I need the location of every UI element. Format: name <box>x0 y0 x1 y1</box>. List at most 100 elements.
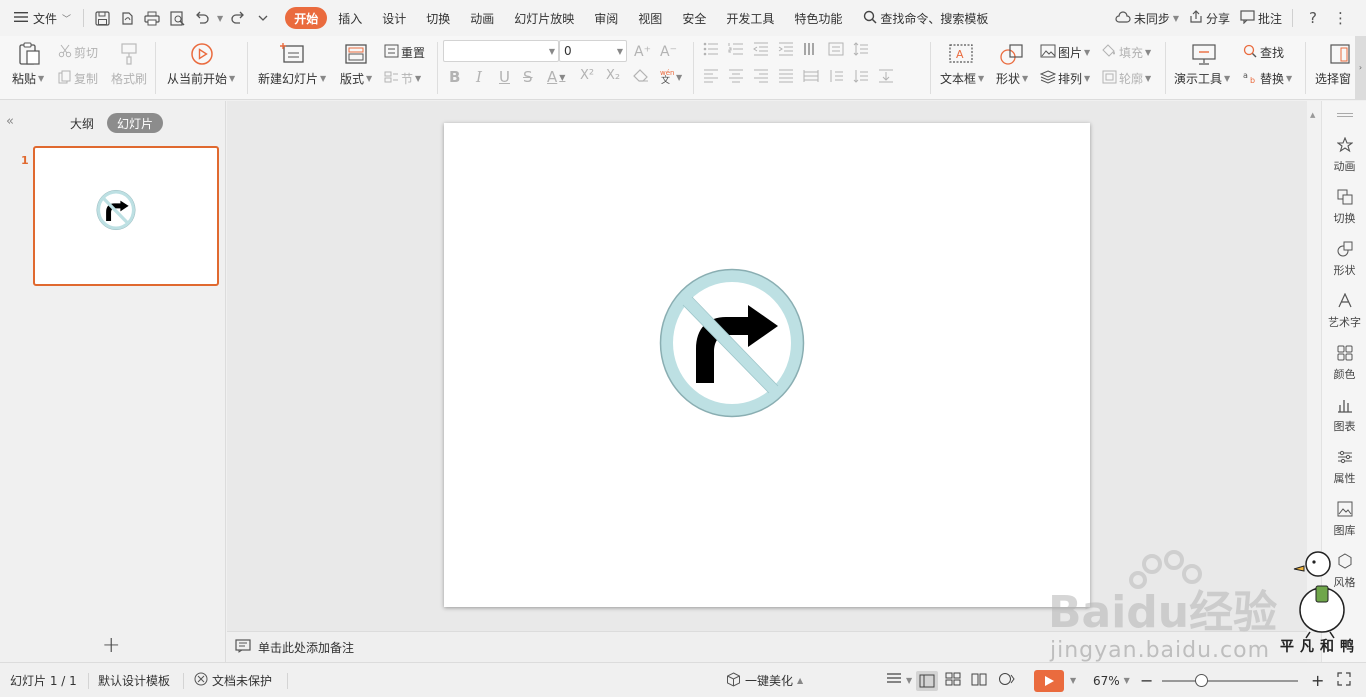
save-icon[interactable] <box>92 8 112 28</box>
tab-home[interactable]: 开始 <box>285 7 328 29</box>
shape-button[interactable]: 形状 ▼ <box>996 70 1028 87</box>
reset-button[interactable]: 重置 <box>384 44 425 61</box>
no-right-turn-sign[interactable] <box>444 123 1090 607</box>
distribute-icon[interactable] <box>803 69 819 86</box>
redo-icon[interactable] <box>228 8 248 28</box>
new-slide-icon[interactable] <box>279 41 307 67</box>
align-right-icon[interactable] <box>753 69 769 86</box>
format-painter-button[interactable]: 格式刷 <box>111 70 147 87</box>
shrink-font-button[interactable]: A⁻ <box>660 44 677 60</box>
fit-window-button[interactable] <box>1337 663 1351 697</box>
tab-outline[interactable]: 大纲 <box>62 113 102 133</box>
tab-design[interactable]: 设计 <box>373 7 415 29</box>
zoom-slider-track[interactable] <box>1162 680 1298 682</box>
add-slide-button[interactable]: + <box>102 633 120 658</box>
spacing-after-icon[interactable] <box>853 69 869 86</box>
font-size-select[interactable]: 0 ▼ <box>559 40 627 62</box>
zoom-level[interactable]: 67% ▼ <box>1093 663 1130 697</box>
drag-handle[interactable] <box>1337 113 1353 117</box>
vertical-scrollbar[interactable]: ▲ ▼ <box>1307 101 1321 631</box>
ribbon-scroll-right[interactable]: › <box>1355 36 1366 99</box>
sidebar-item-gallery[interactable]: 图库 <box>1322 501 1366 538</box>
tab-slideshow[interactable]: 幻灯片放映 <box>505 7 583 29</box>
italic-button[interactable]: I <box>476 68 482 86</box>
format-painter-icon[interactable] <box>116 41 142 67</box>
slide-thumbnail-1[interactable] <box>33 146 219 286</box>
tab-slides[interactable]: 幻灯片 <box>107 113 163 133</box>
from-current-button[interactable]: 从当前开始 ▼ <box>167 70 235 87</box>
tab-review[interactable]: 审阅 <box>585 7 627 29</box>
normal-view-button[interactable] <box>916 663 938 697</box>
text-direction-icon[interactable] <box>828 42 844 59</box>
fill-button[interactable]: 填充 ▼ <box>1102 44 1151 61</box>
select-pane-button[interactable]: 选择窗 <box>1315 70 1351 87</box>
line-spacing-icon[interactable] <box>853 42 869 59</box>
help-icon[interactable]: ? <box>1303 9 1323 27</box>
sidebar-item-animation[interactable]: 动画 <box>1322 136 1366 174</box>
font-name-select[interactable]: ▼ <box>443 40 559 62</box>
sidebar-item-shape[interactable]: 形状 <box>1322 241 1366 278</box>
clear-format-button[interactable] <box>633 68 649 85</box>
numbering-icon[interactable] <box>728 42 744 59</box>
customize-toolbar-icon[interactable] <box>253 8 273 28</box>
outline-button[interactable]: 轮廓 ▼ <box>1102 70 1151 87</box>
columns-icon[interactable] <box>803 42 819 59</box>
sidebar-item-wordart[interactable]: 艺术字 <box>1322 292 1366 330</box>
decrease-indent-icon[interactable] <box>753 42 769 59</box>
find-button[interactable]: 查找 <box>1243 44 1284 61</box>
replace-button[interactable]: ab 替换 ▼ <box>1243 70 1292 87</box>
grow-font-button[interactable]: A⁺ <box>634 44 651 60</box>
collapse-panel-icon[interactable]: « <box>6 114 14 129</box>
tab-features[interactable]: 特色功能 <box>785 7 851 29</box>
scroll-up-icon[interactable]: ▲ <box>1310 111 1315 119</box>
document-protection[interactable]: 文档未保护 <box>194 663 272 697</box>
tab-security[interactable]: 安全 <box>673 7 715 29</box>
strike-button[interactable]: S <box>523 68 533 86</box>
section-button[interactable]: 节 ▼ <box>384 70 421 87</box>
comment-button[interactable]: 批注 <box>1240 9 1282 27</box>
present-tools-icon[interactable] <box>1190 41 1218 67</box>
undo-icon[interactable] <box>192 8 212 28</box>
sidebar-item-chart[interactable]: 图表 <box>1322 397 1366 434</box>
superscript-button[interactable]: X² <box>580 68 594 83</box>
zoom-out-button[interactable]: − <box>1140 663 1153 697</box>
current-slide[interactable] <box>444 123 1090 607</box>
cut-button[interactable]: 剪切 <box>58 44 98 61</box>
sidebar-item-style[interactable]: 风格 <box>1322 553 1366 590</box>
reading-view-button[interactable] <box>971 663 987 697</box>
paste-icon[interactable] <box>15 41 43 67</box>
print-preview-icon[interactable] <box>167 8 187 28</box>
present-tools-button[interactable]: 演示工具 ▼ <box>1174 70 1230 87</box>
undo-dropdown-icon[interactable]: ▼ <box>217 14 223 23</box>
sorter-view-button[interactable] <box>945 663 961 697</box>
phonetic-button[interactable]: wén 文 ▼ <box>658 68 682 87</box>
tab-view[interactable]: 视图 <box>629 7 671 29</box>
tab-developer[interactable]: 开发工具 <box>717 7 783 29</box>
spacing-before-icon[interactable] <box>828 69 844 86</box>
arrange-button[interactable]: 排列 ▼ <box>1039 70 1090 87</box>
increase-indent-icon[interactable] <box>778 42 794 59</box>
share-button[interactable]: 分享 <box>1189 9 1230 27</box>
sidebar-item-transition[interactable]: 切换 <box>1322 189 1366 226</box>
paste-button[interactable]: 粘贴 ▼ <box>12 70 44 87</box>
tab-transitions[interactable]: 切换 <box>417 7 459 29</box>
zoom-slider-knob[interactable] <box>1194 674 1208 687</box>
beautify-button[interactable]: 一键美化 ▲ <box>726 663 803 697</box>
new-slide-button[interactable]: 新建幻灯片 ▼ <box>258 70 326 87</box>
layout-button[interactable]: 版式 ▼ <box>340 70 372 87</box>
select-pane-icon[interactable] <box>1326 41 1354 67</box>
sidebar-item-properties[interactable]: 属性 <box>1322 449 1366 486</box>
play-from-current-icon[interactable] <box>188 41 216 67</box>
justify-icon[interactable] <box>778 69 794 86</box>
bullets-icon[interactable] <box>703 42 719 59</box>
command-search[interactable]: 查找命令、搜索模板 <box>863 10 988 27</box>
vertical-align-icon[interactable] <box>878 69 894 86</box>
more-icon[interactable]: ⋮ <box>1329 9 1352 27</box>
play-slideshow-button[interactable]: ▼ <box>1034 663 1076 697</box>
align-left-icon[interactable] <box>703 69 719 86</box>
font-color-button[interactable]: A ▼ <box>547 68 565 86</box>
presenter-view-button[interactable] <box>997 663 1015 697</box>
align-center-icon[interactable] <box>728 69 744 86</box>
tab-animations[interactable]: 动画 <box>461 7 503 29</box>
design-template[interactable]: 默认设计模板 <box>98 663 170 697</box>
